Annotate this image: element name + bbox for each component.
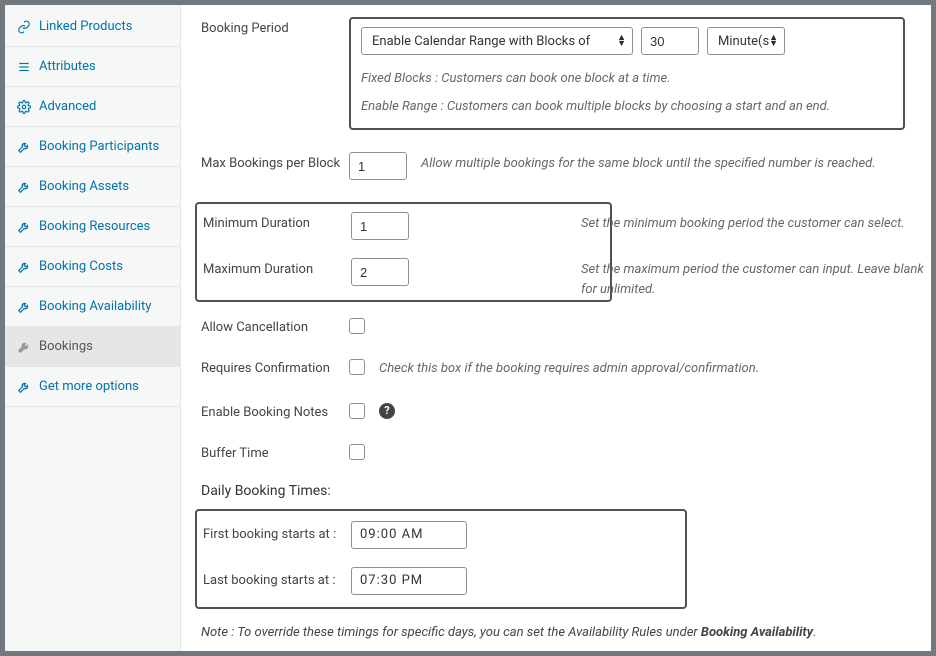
sidebar-item-label: Booking Assets	[39, 179, 129, 194]
row-last-booking: Last booking starts at :	[203, 567, 681, 595]
label-requires-confirmation: Requires Confirmation	[201, 357, 349, 376]
list-icon	[17, 60, 31, 74]
highlight-duration: Minimum Duration Set the minimum booking…	[195, 202, 612, 302]
highlight-booking-period: Enable Calendar Range with Blocks of ▲▼ …	[349, 17, 905, 130]
highlight-booking-times: First booking starts at : Last booking s…	[195, 509, 687, 609]
row-allow-cancellation: Allow Cancellation	[201, 316, 905, 335]
label-first-booking: First booking starts at :	[203, 527, 351, 542]
sidebar-item-label: Get more options	[39, 379, 139, 394]
row-enable-notes: Enable Booking Notes ?	[201, 401, 905, 420]
allow-cancellation-checkbox[interactable]	[349, 318, 365, 334]
label-max-bookings: Max Bookings per Block	[201, 152, 349, 171]
wrench-icon	[17, 340, 31, 354]
gear-icon	[17, 100, 31, 114]
sidebar-item-booking-resources[interactable]: Booking Resources	[5, 207, 180, 247]
booking-period-help1: Fixed Blocks : Customers can book one bl…	[361, 67, 893, 89]
override-note: Note : To override these timings for spe…	[201, 623, 905, 643]
booking-period-help2: Enable Range : Customers can book multip…	[361, 95, 893, 117]
sidebar-item-label: Booking Availability	[39, 299, 151, 314]
row-first-booking: First booking starts at :	[203, 521, 681, 549]
last-booking-input[interactable]	[351, 567, 467, 595]
booking-period-amount-input[interactable]	[641, 27, 699, 55]
label-enable-notes: Enable Booking Notes	[201, 401, 349, 420]
sidebar-item-advanced[interactable]: Advanced	[5, 87, 180, 127]
sidebar-item-label: Booking Costs	[39, 259, 123, 274]
label-min-duration: Minimum Duration	[203, 212, 351, 231]
booking-period-unit-value: Minute(s	[718, 34, 769, 49]
sidebar-item-label: Booking Participants	[39, 139, 159, 154]
row-booking-period: Booking Period Enable Calendar Range wit…	[201, 17, 905, 130]
sidebar-item-label: Attributes	[39, 59, 96, 74]
label-booking-period: Booking Period	[201, 17, 349, 36]
settings-panel: Booking Period Enable Calendar Range wit…	[181, 5, 931, 651]
label-allow-cancellation: Allow Cancellation	[201, 316, 349, 335]
row-max-bookings: Max Bookings per Block Allow multiple bo…	[201, 152, 905, 180]
max-duration-input[interactable]	[351, 258, 409, 286]
chevron-updown-icon: ▲▼	[769, 35, 778, 47]
daily-booking-times-heading: Daily Booking Times:	[201, 483, 905, 499]
max-duration-help: Set the maximum period the customer can …	[581, 258, 931, 299]
wrench-icon	[17, 180, 31, 194]
first-booking-input[interactable]	[351, 521, 467, 549]
enable-notes-checkbox[interactable]	[349, 403, 365, 419]
row-buffer-time: Buffer Time	[201, 442, 905, 461]
settings-sidebar: Linked Products Attributes Advanced Book…	[5, 5, 181, 651]
max-bookings-help: Allow multiple bookings for the same blo…	[421, 152, 876, 174]
sidebar-item-label: Advanced	[39, 99, 96, 114]
requires-confirmation-checkbox[interactable]	[349, 359, 365, 375]
sidebar-item-booking-assets[interactable]: Booking Assets	[5, 167, 180, 207]
wrench-icon	[17, 220, 31, 234]
note-suffix: .	[813, 625, 816, 640]
wrench-icon	[17, 260, 31, 274]
sidebar-item-get-more-options[interactable]: Get more options	[5, 367, 180, 407]
sidebar-item-linked-products[interactable]: Linked Products	[5, 7, 180, 47]
sidebar-item-booking-availability[interactable]: Booking Availability	[5, 287, 180, 327]
min-duration-help: Set the minimum booking period the custo…	[581, 212, 905, 234]
row-requires-confirmation: Requires Confirmation Check this box if …	[201, 357, 905, 379]
wrench-icon	[17, 300, 31, 314]
sidebar-item-label: Booking Resources	[39, 219, 150, 234]
sidebar-item-attributes[interactable]: Attributes	[5, 47, 180, 87]
link-icon	[17, 20, 31, 34]
row-min-duration: Minimum Duration Set the minimum booking…	[203, 212, 606, 240]
row-max-duration: Maximum Duration Set the maximum period …	[203, 258, 606, 286]
sidebar-item-label: Linked Products	[39, 19, 132, 34]
min-duration-input[interactable]	[351, 212, 409, 240]
note-prefix: Note : To override these timings for spe…	[201, 625, 701, 640]
max-bookings-input[interactable]	[349, 152, 407, 180]
note-bold: Booking Availability	[701, 625, 813, 640]
chevron-updown-icon: ▲▼	[617, 35, 626, 47]
label-buffer-time: Buffer Time	[201, 442, 349, 461]
sidebar-item-booking-participants[interactable]: Booking Participants	[5, 127, 180, 167]
wrench-icon	[17, 380, 31, 394]
label-last-booking: Last booking starts at :	[203, 573, 351, 588]
booking-period-unit-select[interactable]: Minute(s ▲▼	[707, 27, 785, 55]
sidebar-item-booking-costs[interactable]: Booking Costs	[5, 247, 180, 287]
sidebar-item-bookings[interactable]: Bookings	[5, 327, 180, 367]
requires-confirmation-help: Check this box if the booking requires a…	[379, 357, 759, 379]
label-max-duration: Maximum Duration	[203, 258, 351, 277]
help-icon[interactable]: ?	[379, 403, 395, 419]
booking-period-select-value: Enable Calendar Range with Blocks of	[372, 34, 590, 49]
wrench-icon	[17, 140, 31, 154]
booking-period-select[interactable]: Enable Calendar Range with Blocks of ▲▼	[361, 27, 633, 55]
buffer-time-checkbox[interactable]	[349, 444, 365, 460]
sidebar-item-label: Bookings	[39, 339, 93, 354]
